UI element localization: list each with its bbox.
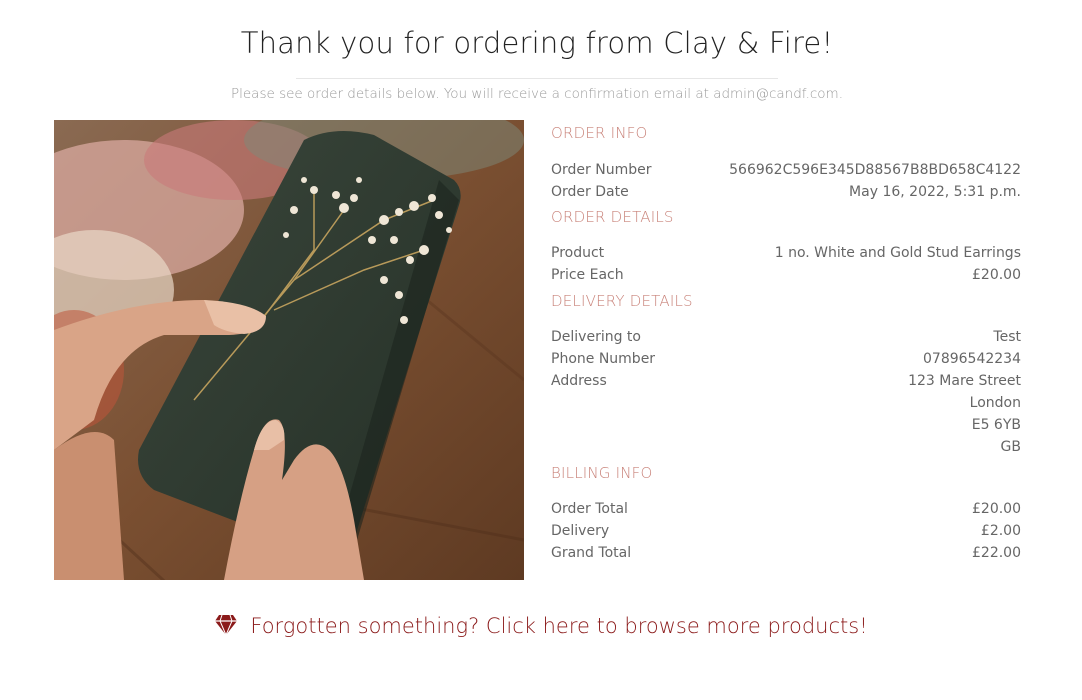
delivery-details-heading: DELIVERY DETAILS [551,292,693,310]
delivery-row: Delivery £2.00 [551,523,1021,545]
product-label: Product [551,245,605,261]
price-each-row: Price Each £20.00 [551,267,1021,289]
price-each-value: £20.00 [972,267,1021,283]
gem-icon [214,614,238,641]
address-row: Address 123 Mare Street [551,373,1021,395]
phone-label: Phone Number [551,351,656,367]
product-row: Product 1 no. White and Gold Stud Earrin… [551,245,1021,267]
order-date-label: Order Date [551,184,629,200]
address-line-4: GB [1000,439,1021,455]
order-total-label: Order Total [551,501,628,517]
order-number-label: Order Number [551,162,652,178]
order-number-row: Order Number 566962C596E345D88567B8BD658… [551,162,1021,184]
billing-info-heading: BILLING INFO [551,464,653,482]
delivery-label: Delivery [551,523,610,539]
delivering-to-value: Test [993,329,1021,345]
address-line-2: London [969,395,1021,411]
delivering-to-label: Delivering to [551,329,641,345]
grand-total-value: £22.00 [972,545,1021,561]
address-label: Address [551,373,607,389]
order-total-value: £20.00 [972,501,1021,517]
grand-total-row: Grand Total £22.00 [551,545,1021,567]
order-details-heading: ORDER DETAILS [551,208,674,226]
phone-row: Phone Number 07896542234 [551,351,1021,373]
order-total-row: Order Total £20.00 [551,501,1021,523]
order-number-value: 566962C596E345D88567B8BD658C4122 [729,162,1021,178]
delivering-to-row: Delivering to Test [551,329,1021,351]
title-divider [296,78,778,79]
order-date-row: Order Date May 16, 2022, 5:31 p.m. [551,184,1021,206]
page-subtitle: Please see order details below. You will… [230,86,843,102]
order-info-heading: ORDER INFO [551,124,648,142]
browse-products-link[interactable]: Forgotten something? Click here to brows… [214,614,868,641]
order-photo [54,120,524,580]
price-each-label: Price Each [551,267,624,283]
page-title: Thank you for ordering from Clay & Fire! [240,26,834,60]
phone-value: 07896542234 [923,351,1021,367]
order-date-value: May 16, 2022, 5:31 p.m. [849,184,1021,200]
grand-total-label: Grand Total [551,545,632,561]
delivery-value: £2.00 [980,523,1021,539]
address-line-3: E5 6YB [971,417,1021,433]
product-value: 1 no. White and Gold Stud Earrings [774,245,1021,261]
browse-more-cta: Forgotten something? Click here to brows… [0,614,1082,641]
browse-products-text: Forgotten something? Click here to brows… [250,614,868,638]
address-line-1: 123 Mare Street [908,373,1021,389]
